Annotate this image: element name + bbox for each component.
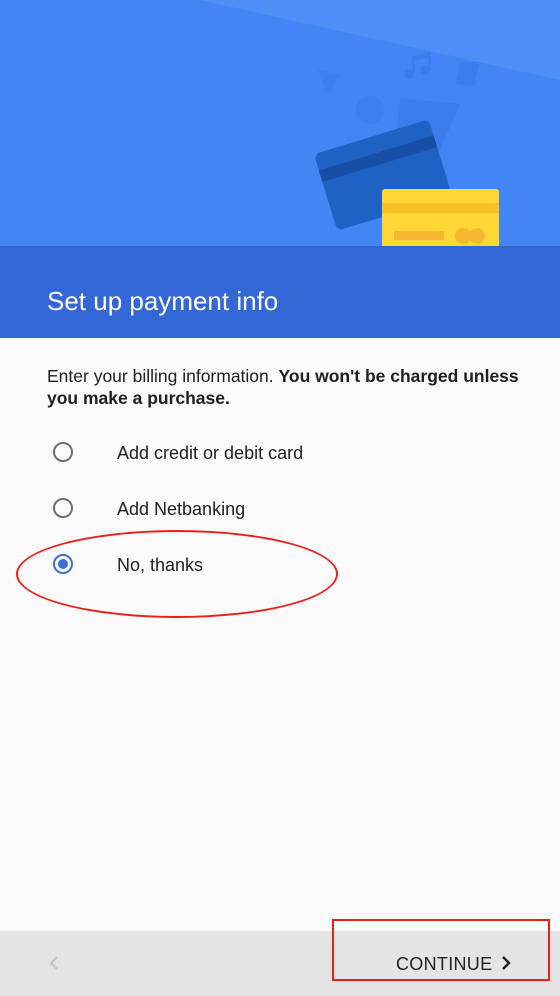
continue-label: CONTINUE bbox=[396, 954, 493, 974]
radio-button-selected[interactable] bbox=[53, 554, 73, 574]
chevron-right-icon bbox=[502, 956, 511, 970]
page-title: Set up payment info bbox=[47, 286, 279, 316]
music-note-icon bbox=[404, 52, 431, 79]
billing-intro-text: Enter your billing information. bbox=[47, 366, 274, 386]
chevron-left-icon bbox=[49, 956, 58, 970]
radio-button[interactable] bbox=[53, 442, 73, 462]
continue-button[interactable]: CONTINUE bbox=[380, 943, 530, 983]
option-label: Add Netbanking bbox=[117, 499, 246, 519]
option-add-card[interactable]: Add credit or debit card bbox=[0, 426, 560, 482]
option-label: Add credit or debit card bbox=[117, 443, 304, 463]
back-button[interactable] bbox=[40, 947, 68, 979]
option-label: No, thanks bbox=[117, 555, 204, 575]
billing-instructions: Enter your billing information. You won'… bbox=[47, 365, 542, 409]
option-no-thanks[interactable]: No, thanks bbox=[0, 538, 560, 594]
bottom-navigation-bar: CONTINUE bbox=[0, 931, 560, 996]
radio-button[interactable] bbox=[53, 498, 73, 518]
option-add-netbanking[interactable]: Add Netbanking bbox=[0, 482, 560, 538]
